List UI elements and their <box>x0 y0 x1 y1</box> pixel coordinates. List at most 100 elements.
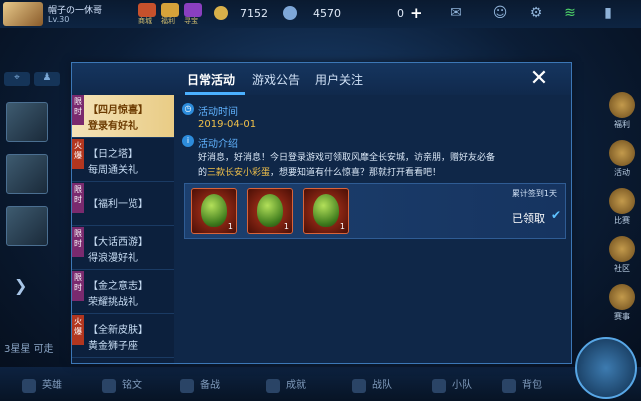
sidebar-item-journey-west[interactable]: 限时 【大话西游】 得浪漫好礼 <box>72 227 174 270</box>
sidebar-item-subtitle: 登录有好礼 <box>88 121 138 132</box>
nav-achievements[interactable]: 成就 <box>286 376 306 391</box>
coupon-amount: 4570 <box>313 7 341 20</box>
sidebar-item-subtitle: 黄金狮子座 <box>88 341 138 352</box>
sidebar-item-title: 【福利一览】 <box>88 199 148 210</box>
gold-amount: 7152 <box>240 7 268 20</box>
coupon-icon <box>283 6 297 20</box>
limited-badge: 限时 <box>72 227 84 257</box>
right-menu-item[interactable]: 社区 <box>607 236 637 274</box>
nav-prepare[interactable]: 备战 <box>200 376 220 391</box>
friends-icon[interactable]: ☺ <box>492 5 508 21</box>
sidebar-item-subtitle: 荣耀挑战礼 <box>88 297 138 308</box>
gold-coin-icon <box>214 6 228 20</box>
reward-slot[interactable]: 1 <box>303 188 349 234</box>
sidebar-item-golden-will[interactable]: 限时 【金之意志】 荣耀挑战礼 <box>72 271 174 314</box>
assistant-avatar[interactable] <box>575 337 637 399</box>
right-menu-label: 社区 <box>614 264 630 273</box>
reward-slot[interactable]: 1 <box>191 188 237 234</box>
activity-modal: 日常活动 游戏公告 用户关注 ✕ 限时 【四月惊喜】 登录有好礼 火爆 【日之塔… <box>71 62 572 364</box>
sidebar-item-title: 【日之塔】 <box>88 149 138 160</box>
activity-time-label: 活动时间 <box>198 107 238 118</box>
sidebar-item-april-surprise[interactable]: 限时 【四月惊喜】 登录有好礼 <box>72 95 174 138</box>
activity-description: 好消息，好消息！今日登录游戏可领取风靡全长安城，访亲朋，赠好友必备的三款长安小彩… <box>198 151 498 181</box>
reward-count: 1 <box>283 222 289 231</box>
hot-badge: 火爆 <box>72 139 84 169</box>
activity-intro-label: 活动介绍 <box>198 139 238 150</box>
egg-icon <box>257 194 283 227</box>
egg-icon <box>313 194 339 227</box>
right-menu-label: 活动 <box>614 168 630 177</box>
tab-announcements[interactable]: 游戏公告 <box>252 71 300 88</box>
right-menu-label: 福利 <box>614 120 630 129</box>
limited-badge: 限时 <box>72 183 84 213</box>
sidebar-item-title: 【金之意志】 <box>88 281 148 292</box>
achievement-icon <box>266 379 280 393</box>
wifi-icon: ≋ <box>564 5 576 21</box>
reward-count: 1 <box>339 222 345 231</box>
reward-slot[interactable]: 1 <box>247 188 293 234</box>
tab-follow[interactable]: 用户关注 <box>315 71 363 88</box>
sidebar-item-title: 【全新皮肤】 <box>88 325 148 336</box>
shop-icon[interactable] <box>138 3 156 17</box>
player-avatar[interactable] <box>3 2 43 26</box>
right-menu-item[interactable]: 活动 <box>607 140 637 178</box>
tab-bar: 日常活动 游戏公告 用户关注 ✕ <box>72 63 571 95</box>
top-bar: 帽子の一休哥 Lv.30 商城 福利 寻宝 7152 4570 0 + ✉ ☺ … <box>0 0 641 28</box>
limited-badge: 限时 <box>72 271 84 301</box>
right-menu-item[interactable]: 福利 <box>607 92 637 130</box>
prepare-icon <box>180 379 194 393</box>
team-icon <box>352 379 366 393</box>
check-icon: ✔ <box>550 208 561 222</box>
nav-heroes[interactable]: 英雄 <box>42 376 62 391</box>
expand-arrow-icon[interactable]: ❯ <box>14 276 27 295</box>
player-level: Lv.30 <box>48 15 70 24</box>
treasure-icon[interactable] <box>184 3 202 17</box>
sidebar-item-title: 【四月惊喜】 <box>88 105 148 116</box>
hot-badge: 火爆 <box>72 315 84 345</box>
activity-date: 2019-04-01 <box>198 119 257 130</box>
add-diamond-button[interactable]: + <box>410 4 423 22</box>
right-menu-label: 比赛 <box>614 216 630 225</box>
welfare-label: 福利 <box>161 17 175 25</box>
description-highlight: 三款长安小彩蛋 <box>207 168 271 178</box>
egg-icon <box>201 194 227 227</box>
right-menu-item[interactable]: 赛事 <box>607 284 637 322</box>
tab-daily-activity[interactable]: 日常活动 <box>187 71 235 88</box>
sign-in-days: 累计签到1天 <box>511 189 557 198</box>
nav-bag[interactable]: 背包 <box>522 376 542 391</box>
bottom-nav: 英雄 铭文 备战 成就 战队 小队 背包 <box>0 367 641 401</box>
hero-icon <box>22 379 36 393</box>
gift-icon[interactable] <box>161 3 179 17</box>
description-text: ，想要知道有什么惊喜？那就打开看看吧！ <box>270 168 442 178</box>
sidebar-item-welfare-overview[interactable]: 限时 【福利一览】 <box>72 183 174 226</box>
gear-icon[interactable]: ⚙ <box>528 5 544 21</box>
limited-badge: 限时 <box>72 95 84 125</box>
reward-count: 1 <box>227 222 233 231</box>
sidebar-item-new-skin[interactable]: 火爆 【全新皮肤】 黄金狮子座 <box>72 315 174 358</box>
nav-runes[interactable]: 铭文 <box>122 376 142 391</box>
nav-team[interactable]: 战队 <box>372 376 392 391</box>
right-menu-label: 赛事 <box>614 312 630 321</box>
reward-panel: 1 1 1 累计签到1天 已领取 ✔ <box>184 183 566 239</box>
nav-squad[interactable]: 小队 <box>452 376 472 391</box>
left-card[interactable] <box>6 206 48 246</box>
rune-icon <box>102 379 116 393</box>
sidebar-item-sun-tower[interactable]: 火爆 【日之塔】 每周通关礼 <box>72 139 174 182</box>
bag-icon <box>502 379 516 393</box>
sidebar-item-subtitle: 得浪漫好礼 <box>88 253 138 264</box>
match-icon <box>609 188 635 214</box>
right-menu-item[interactable]: 比赛 <box>607 188 637 226</box>
left-card[interactable] <box>6 102 48 142</box>
claimed-status: 已领取 <box>512 212 545 225</box>
treasure-label: 寻宝 <box>184 17 198 25</box>
mail-icon[interactable]: ✉ <box>448 5 464 21</box>
trophy-icon <box>609 284 635 310</box>
activity-content: ◷ 活动时间 2019-04-01 i 活动介绍 好消息，好消息！今日登录游戏可… <box>174 95 571 363</box>
battery-icon: ▮ <box>604 5 612 21</box>
welfare-icon <box>609 92 635 118</box>
community-icon <box>609 236 635 262</box>
left-card[interactable] <box>6 154 48 194</box>
info-icon: i <box>182 135 194 147</box>
close-icon[interactable]: ✕ <box>527 67 551 91</box>
stars-text: 3星星 可走 <box>4 344 54 355</box>
